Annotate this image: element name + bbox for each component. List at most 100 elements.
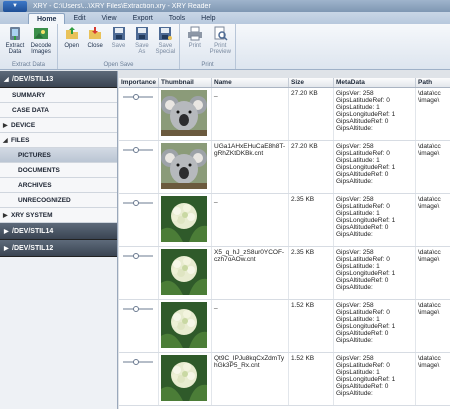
save-special-button[interactable]: Save Special bbox=[155, 26, 176, 61]
sidebar-item-label: DEVICE bbox=[11, 121, 36, 129]
slider-knob[interactable] bbox=[133, 200, 139, 206]
metadata-cell: GipsVer: 258 GipsLatitudeRef: 0 GipsLatitu… bbox=[334, 247, 416, 299]
tab-tools[interactable]: Tools bbox=[161, 13, 193, 24]
name-cell: X5_q_hJ_zS8ur0YCOF-czh7oAOw.cnt bbox=[212, 247, 289, 299]
path-line: \image\ bbox=[418, 203, 440, 210]
device-stil14-header[interactable]: ▶ /DEV/STIL14 bbox=[0, 223, 117, 240]
importance-slider[interactable] bbox=[121, 94, 156, 100]
metadata-line: GipsLatitudeRef: 0 bbox=[336, 309, 390, 316]
sidebar-item-xry-system[interactable]: ▶ XRY SYSTEM bbox=[0, 208, 117, 223]
sidebar-item-pictures[interactable]: PICTURES bbox=[0, 148, 117, 163]
app-menu-button[interactable]: ▼ bbox=[3, 0, 27, 12]
importance-slider[interactable] bbox=[121, 147, 156, 153]
sidebar-item-summary[interactable]: SUMMARY bbox=[0, 88, 117, 103]
slider-knob[interactable] bbox=[133, 94, 139, 100]
device-stil12-label: /DEV/STIL12 bbox=[12, 244, 54, 252]
table-row[interactable]: _ 2.35 KB GipsVer: 258 GipsLatitudeRef: 0… bbox=[119, 194, 450, 247]
importance-slider[interactable] bbox=[121, 253, 156, 259]
open-save-group: Open Close Save Save As Save Special Ope… bbox=[58, 24, 180, 69]
sidebar-item-device[interactable]: ▶ DEVICE bbox=[0, 118, 117, 133]
thumbnail-cell[interactable] bbox=[159, 141, 212, 193]
table-row[interactable]: UGa1AHxEHuCaE8h8T-gRhZKtDKBk.cnt 27.20 K… bbox=[119, 141, 450, 194]
thumbnail-cell[interactable] bbox=[159, 88, 212, 140]
table-row[interactable]: X5_q_hJ_zS8ur0YCOF-czh7oAOw.cnt 2.35 KB … bbox=[119, 247, 450, 300]
size-cell: 2.35 KB bbox=[289, 247, 334, 299]
slider-knob[interactable] bbox=[133, 306, 139, 312]
file-size: 27.20 KB bbox=[291, 143, 318, 150]
column-header-path[interactable]: Path bbox=[416, 78, 450, 87]
close-button[interactable]: Close bbox=[84, 26, 105, 61]
sidebar-item-label: FILES bbox=[11, 136, 30, 144]
open-icon bbox=[64, 26, 80, 41]
thumbnail-cell[interactable] bbox=[159, 247, 212, 299]
column-header-importance[interactable]: Importance bbox=[119, 78, 159, 87]
importance-slider[interactable] bbox=[121, 200, 156, 206]
importance-slider[interactable] bbox=[121, 306, 156, 312]
column-header-thumbnail[interactable]: Thumbnail bbox=[159, 78, 212, 87]
koala-thumbnail bbox=[161, 90, 207, 136]
sidebar-item-label: SUMMARY bbox=[12, 91, 46, 99]
device-stil13-label: /DEV/STIL13 bbox=[12, 75, 54, 83]
column-header-metadata[interactable]: MetaData bbox=[334, 78, 416, 87]
name-cell: _ bbox=[212, 88, 289, 140]
expand-arrow-icon: ▶ bbox=[4, 228, 9, 235]
tab-export[interactable]: Export bbox=[125, 13, 161, 24]
metadata-line: GipsLatitude: 1 bbox=[336, 104, 380, 111]
print-icon bbox=[187, 26, 203, 41]
file-name: _ bbox=[214, 196, 218, 203]
sidebar-item-documents[interactable]: DOCUMENTS bbox=[0, 163, 117, 178]
expand-arrow-icon: ▶ bbox=[3, 122, 8, 129]
path-cell: \data\cc \image\ bbox=[416, 247, 450, 299]
device-stil12-header[interactable]: ▶ /DEV/STIL12 bbox=[0, 240, 117, 257]
slider-knob[interactable] bbox=[133, 253, 139, 259]
file-size: 1.52 KB bbox=[291, 355, 315, 362]
importance-cell bbox=[119, 194, 159, 246]
print-preview-icon bbox=[212, 26, 228, 41]
print-button[interactable]: Print bbox=[183, 26, 207, 61]
path-line: \image\ bbox=[418, 256, 440, 263]
metadata-line: GipsLatitudeRef: 0 bbox=[336, 203, 390, 210]
print-preview-button[interactable]: Print Preview bbox=[209, 26, 233, 61]
size-cell: 2.35 KB bbox=[289, 194, 334, 246]
size-cell: 1.52 KB bbox=[289, 353, 334, 405]
hydrangea-thumbnail bbox=[161, 249, 207, 295]
collapse-arrow-icon: ◢ bbox=[3, 137, 8, 144]
path-line: \data\cc bbox=[418, 90, 441, 97]
metadata-line: GipsVer: 258 bbox=[336, 302, 374, 309]
sidebar-item-archives[interactable]: ARCHIVES bbox=[0, 178, 117, 193]
column-header-size[interactable]: Size bbox=[289, 78, 334, 87]
thumbnail-cell[interactable] bbox=[159, 300, 212, 352]
thumbnail-cell[interactable] bbox=[159, 194, 212, 246]
extract-data-label: Extract Data bbox=[5, 43, 25, 55]
slider-knob[interactable] bbox=[133, 147, 139, 153]
save-button[interactable]: Save bbox=[108, 26, 129, 61]
sidebar-item-label: XRY SYSTEM bbox=[11, 211, 53, 219]
sidebar-item-case-data[interactable]: CASE DATA bbox=[0, 103, 117, 118]
decode-images-label: Decode Images bbox=[30, 43, 52, 55]
file-name: UGa1AHxEHuCaE8h8T-gRhZKtDKBk.cnt bbox=[214, 143, 286, 157]
column-header-name[interactable]: Name bbox=[212, 78, 289, 87]
tab-home[interactable]: Home bbox=[28, 13, 66, 24]
metadata-line: GipsAltitudeRef: 0 bbox=[336, 224, 389, 231]
tab-edit[interactable]: Edit bbox=[65, 13, 93, 24]
table-row[interactable]: _ 1.52 KB GipsVer: 258 GipsLatitudeRef: 0… bbox=[119, 300, 450, 353]
open-button[interactable]: Open bbox=[61, 26, 82, 61]
importance-slider[interactable] bbox=[121, 359, 156, 365]
table-row[interactable]: _ 27.20 KB GipsVer: 258 GipsLatitudeRef: … bbox=[119, 88, 450, 141]
print-label: Print bbox=[188, 43, 201, 49]
save-as-button[interactable]: Save As bbox=[131, 26, 152, 61]
tab-help[interactable]: Help bbox=[193, 13, 223, 24]
sidebar-item-unrecognized[interactable]: UNRECOGNIZED bbox=[0, 193, 117, 208]
close-icon bbox=[87, 26, 103, 41]
importance-cell bbox=[119, 300, 159, 352]
thumbnail-cell[interactable] bbox=[159, 353, 212, 405]
tab-view[interactable]: View bbox=[94, 13, 125, 24]
save-special-label: Save Special bbox=[155, 43, 176, 55]
slider-knob[interactable] bbox=[133, 359, 139, 365]
window-title: XRY - C:\Users\...\XRY Files\Extraction.… bbox=[33, 2, 211, 10]
table-row[interactable]: Qt9C_IPJu8kqCxZdmTyhGk3P5_Rx.cnt 1.52 KB… bbox=[119, 353, 450, 406]
device-stil13-header[interactable]: ◢ /DEV/STIL13 bbox=[0, 71, 117, 88]
extract-data-button[interactable]: Extract Data bbox=[3, 26, 27, 61]
sidebar-item-files[interactable]: ◢ FILES bbox=[0, 133, 117, 148]
decode-images-button[interactable]: Decode Images bbox=[29, 26, 53, 61]
